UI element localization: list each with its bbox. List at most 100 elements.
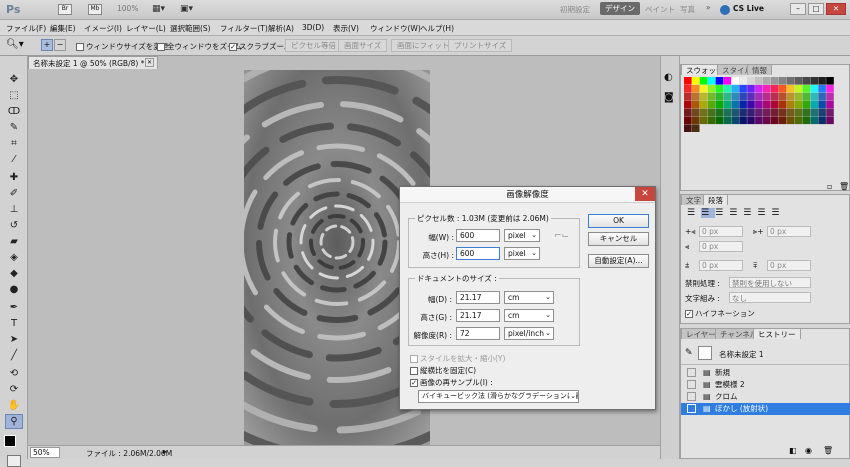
menu-file[interactable]: ファイル(F) bbox=[6, 23, 46, 34]
blur-tool-icon[interactable]: ◆ bbox=[5, 266, 23, 281]
swatch[interactable] bbox=[731, 100, 739, 109]
status-file-size[interactable]: ファイル : 2.06M/2.06M bbox=[86, 448, 172, 459]
minimize-button[interactable]: – bbox=[790, 3, 806, 15]
swatch[interactable] bbox=[763, 84, 771, 93]
swatch[interactable] bbox=[826, 84, 834, 93]
healing-brush-tool-icon[interactable]: ✚ bbox=[5, 170, 23, 185]
swatch[interactable] bbox=[802, 84, 811, 93]
workspace-painting[interactable]: ペイント bbox=[645, 4, 675, 15]
swatch[interactable] bbox=[786, 108, 795, 117]
lasso-tool-icon[interactable]: ↀ bbox=[5, 104, 23, 119]
swatch[interactable] bbox=[786, 116, 795, 125]
swatch[interactable] bbox=[731, 116, 739, 125]
dialog-close-icon[interactable]: ✕ bbox=[635, 187, 655, 201]
swatch[interactable] bbox=[786, 100, 795, 109]
swatch[interactable] bbox=[802, 92, 811, 101]
swatch[interactable] bbox=[747, 116, 755, 125]
indent-first-field[interactable]: 0 px bbox=[699, 241, 743, 252]
swatch[interactable] bbox=[739, 108, 747, 117]
mojikumi-select[interactable]: なし bbox=[729, 292, 811, 303]
brush-tool-icon[interactable]: ✐ bbox=[5, 186, 23, 201]
marquee-tool-icon[interactable]: ⬚ bbox=[5, 88, 23, 103]
bridge-icon[interactable]: Br bbox=[58, 4, 72, 15]
swatch[interactable] bbox=[810, 92, 818, 101]
swatch[interactable] bbox=[794, 100, 803, 109]
swatch[interactable] bbox=[763, 77, 771, 85]
swatch[interactable] bbox=[691, 84, 700, 93]
swatch[interactable] bbox=[684, 84, 692, 93]
swatch[interactable] bbox=[794, 116, 803, 125]
history-item[interactable]: ▤ 新規 bbox=[681, 367, 850, 379]
menu-select[interactable]: 選択範囲(S) bbox=[170, 23, 211, 34]
swatch[interactable] bbox=[826, 116, 834, 125]
swatch[interactable] bbox=[739, 84, 747, 93]
actual-pixels-button[interactable]: ピクセル等倍 bbox=[285, 39, 342, 52]
swatch[interactable] bbox=[770, 92, 779, 101]
move-tool-icon[interactable]: ✥ bbox=[5, 72, 23, 87]
swatch[interactable] bbox=[684, 92, 692, 101]
history-brush-source-icon[interactable]: ✎ bbox=[685, 348, 693, 358]
swatch[interactable] bbox=[699, 92, 708, 101]
paragraph-align-icons[interactable]: ☰☰☰☰☰☰☰ bbox=[687, 208, 786, 218]
swatch-grid[interactable] bbox=[684, 77, 834, 133]
swatch[interactable] bbox=[691, 100, 700, 109]
resample-option[interactable]: ✓ 画像の再サンプル(I) : bbox=[410, 377, 493, 388]
tab-info[interactable]: 情報 bbox=[747, 64, 772, 75]
menu-image[interactable]: イメージ(I) bbox=[84, 23, 122, 34]
hyphenation-checkbox[interactable]: ✓ bbox=[685, 310, 693, 318]
auto-button[interactable]: 自動設定(A)... bbox=[588, 254, 649, 268]
color-panel-icon[interactable]: ◐ bbox=[664, 72, 673, 83]
delete-swatch-icon[interactable]: 🗑︎ bbox=[839, 182, 849, 191]
swatch[interactable] bbox=[763, 92, 771, 101]
width-input[interactable]: 600 bbox=[456, 229, 500, 242]
menu-3d[interactable]: 3D(D) bbox=[302, 23, 324, 32]
swatch[interactable] bbox=[699, 100, 708, 109]
swatch[interactable] bbox=[747, 108, 755, 117]
kinsoku-select[interactable]: 禁則を使用しない bbox=[729, 277, 811, 288]
menu-view[interactable]: 表示(V) bbox=[333, 23, 359, 34]
swatch[interactable] bbox=[810, 100, 818, 109]
swatch[interactable] bbox=[794, 84, 803, 93]
swatch[interactable] bbox=[778, 84, 787, 93]
menu-layer[interactable]: レイヤー(L) bbox=[126, 23, 166, 34]
swatch[interactable] bbox=[826, 77, 834, 85]
paint-bucket-tool-icon[interactable]: ◈ bbox=[5, 250, 23, 265]
swatch[interactable] bbox=[802, 100, 811, 109]
tab-paragraph[interactable]: 段落 bbox=[703, 194, 728, 205]
menu-filter[interactable]: フィルター(T) bbox=[220, 23, 268, 34]
swatch[interactable] bbox=[826, 92, 834, 101]
swatch[interactable] bbox=[699, 108, 708, 117]
swatch[interactable] bbox=[731, 77, 739, 85]
swatch[interactable] bbox=[770, 108, 779, 117]
swatch[interactable] bbox=[755, 100, 763, 109]
swatch[interactable] bbox=[723, 100, 732, 109]
zoom-level[interactable]: 100% bbox=[117, 4, 138, 13]
workspace-more-icon[interactable]: » bbox=[706, 3, 711, 12]
swatch[interactable] bbox=[707, 84, 716, 93]
swatch[interactable] bbox=[723, 92, 732, 101]
swatch[interactable] bbox=[715, 100, 724, 109]
swatch[interactable] bbox=[691, 116, 700, 125]
eyedropper-tool-icon[interactable]: ⁄ bbox=[5, 152, 23, 167]
swatch[interactable] bbox=[707, 100, 716, 109]
swatch[interactable] bbox=[691, 77, 700, 85]
history-item-selected[interactable]: ▤ ぼかし (放射状) bbox=[681, 403, 850, 415]
dodge-tool-icon[interactable]: ● bbox=[5, 282, 23, 297]
menu-window[interactable]: ウィンドウ(W) bbox=[370, 23, 421, 34]
close-window-button[interactable]: ✕ bbox=[826, 3, 846, 15]
scrubby-zoom-checkbox[interactable]: ✓ bbox=[229, 43, 237, 51]
swatch[interactable] bbox=[786, 77, 795, 85]
swatch[interactable] bbox=[747, 77, 755, 85]
swatch[interactable] bbox=[778, 92, 787, 101]
zoom-tool-icon[interactable]: ⚲ bbox=[5, 414, 23, 429]
swatch[interactable] bbox=[818, 92, 826, 101]
swatch[interactable] bbox=[770, 77, 779, 85]
type-tool-icon[interactable]: T bbox=[5, 316, 23, 331]
snapshot-icon[interactable]: ◉ bbox=[805, 446, 812, 455]
swatch[interactable] bbox=[794, 77, 803, 85]
swatch[interactable] bbox=[826, 100, 834, 109]
arrange-documents-icon[interactable]: ▣▾ bbox=[180, 4, 193, 14]
3d-camera-tool-icon[interactable]: ⟳ bbox=[5, 382, 23, 397]
menu-analysis[interactable]: 解析(A) bbox=[268, 23, 294, 34]
swatch[interactable] bbox=[794, 108, 803, 117]
